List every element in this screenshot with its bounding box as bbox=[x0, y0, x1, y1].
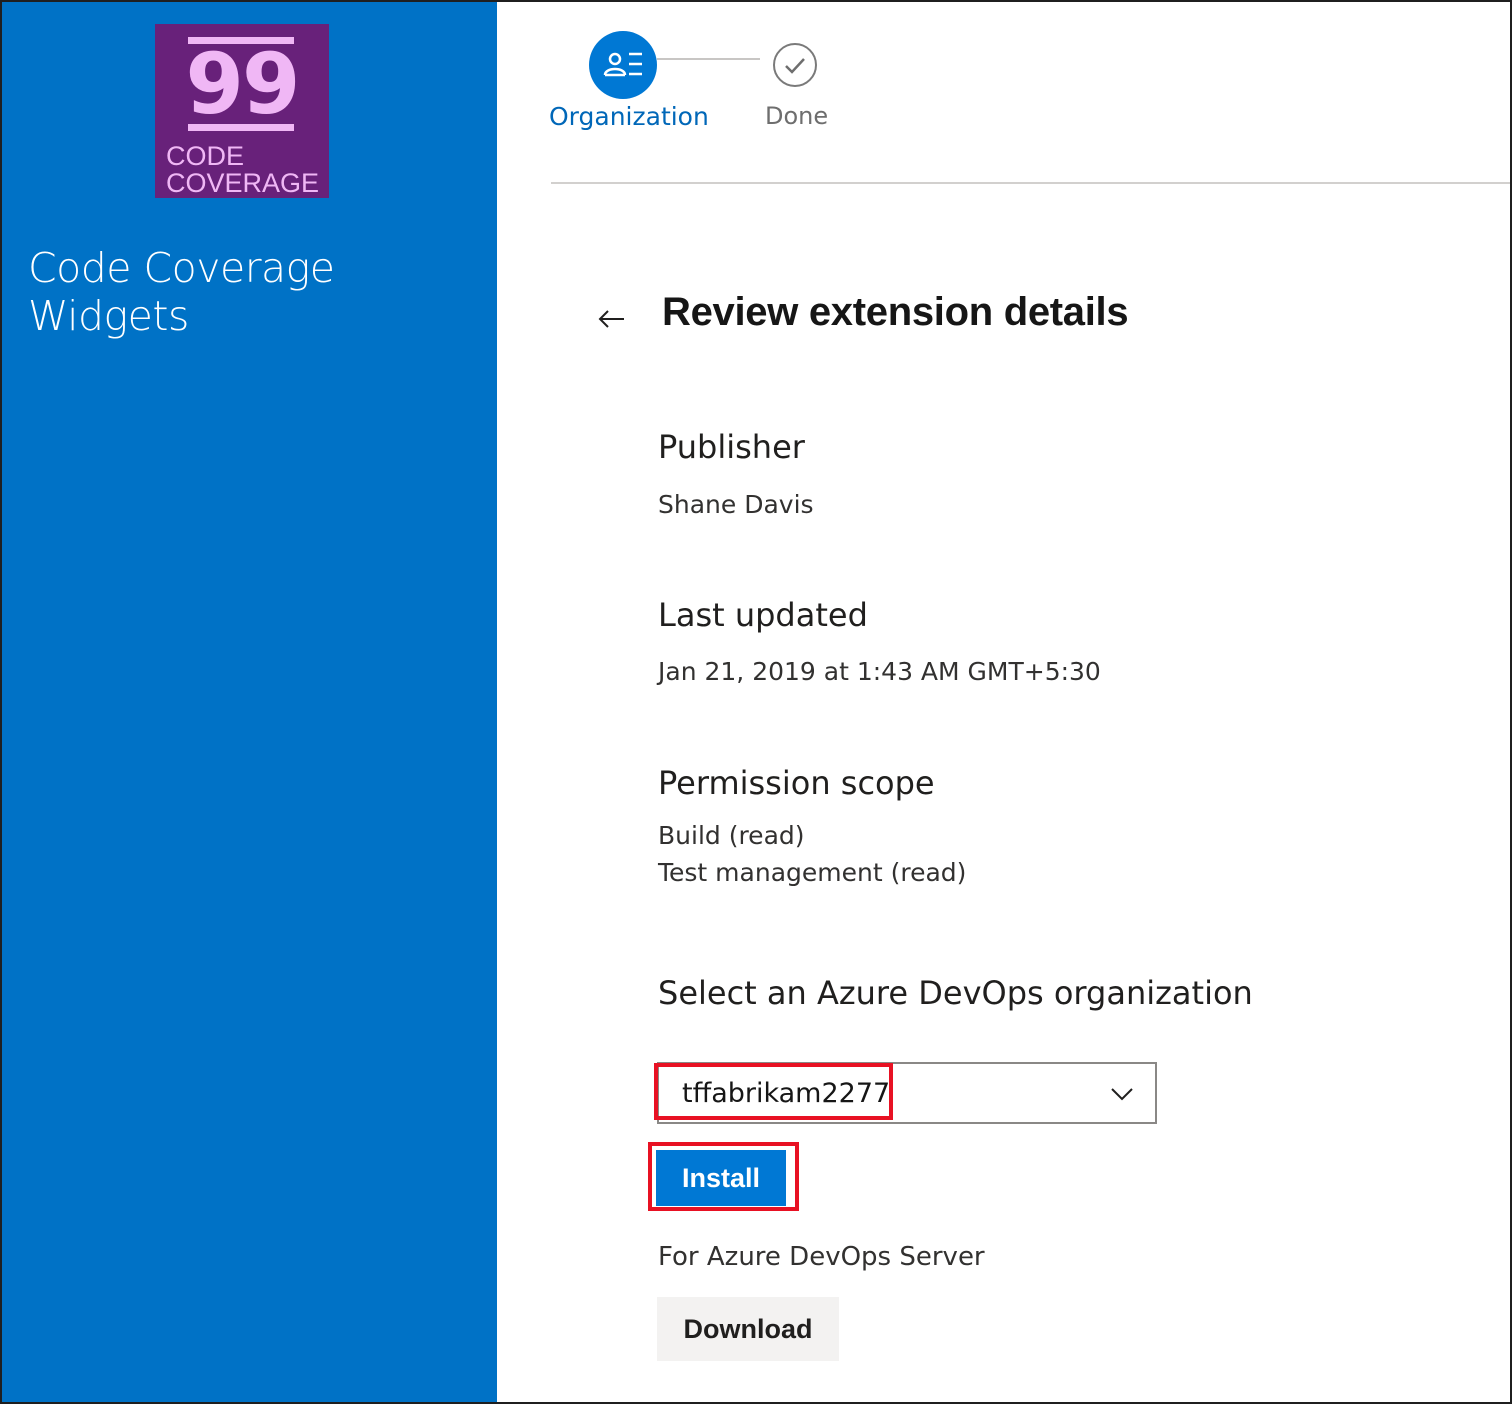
install-button[interactable]: Install bbox=[656, 1150, 786, 1206]
last-updated-value: Jan 21, 2019 at 1:43 AM GMT+5:30 bbox=[658, 657, 1101, 686]
logo-bar-bottom bbox=[188, 124, 294, 131]
permission-scope-heading: Permission scope bbox=[658, 764, 935, 802]
logo-number: 99 bbox=[185, 35, 301, 133]
step-done-indicator bbox=[773, 43, 817, 87]
organization-list-icon bbox=[603, 52, 642, 77]
download-button[interactable]: Download bbox=[657, 1297, 839, 1361]
permission-scope-item: Test management (read) bbox=[658, 858, 967, 887]
publisher-heading: Publisher bbox=[658, 428, 805, 466]
extension-logo: 99 CODE COVERAGE bbox=[155, 24, 329, 198]
back-arrow-icon[interactable] bbox=[596, 302, 628, 334]
step-connector bbox=[657, 58, 760, 60]
organization-dropdown-value[interactable]: tffabrikam2277 bbox=[682, 1078, 890, 1109]
logo-text-line2: COVERAGE bbox=[166, 168, 320, 198]
product-name: Code Coverage Widgets bbox=[28, 244, 335, 340]
publisher-value: Shane Davis bbox=[658, 490, 814, 519]
org-select-label: Select an Azure DevOps organization bbox=[658, 974, 1253, 1012]
checkmark-circle-icon bbox=[785, 58, 805, 74]
step-organization-indicator bbox=[589, 31, 657, 99]
chevron-down-icon[interactable] bbox=[1108, 1080, 1136, 1108]
last-updated-heading: Last updated bbox=[658, 596, 868, 634]
step-done-label: Done bbox=[765, 102, 829, 130]
extension-sidebar: 99 CODE COVERAGE Code Coverage Widgets bbox=[2, 2, 497, 1402]
step-organization-label: Organization bbox=[549, 102, 709, 131]
page-title: Review extension details bbox=[662, 290, 1129, 334]
server-label: For Azure DevOps Server bbox=[658, 1242, 985, 1272]
header-divider bbox=[551, 182, 1510, 184]
permission-scope-item: Build (read) bbox=[658, 821, 805, 850]
logo-text-line1: CODE bbox=[166, 141, 245, 171]
